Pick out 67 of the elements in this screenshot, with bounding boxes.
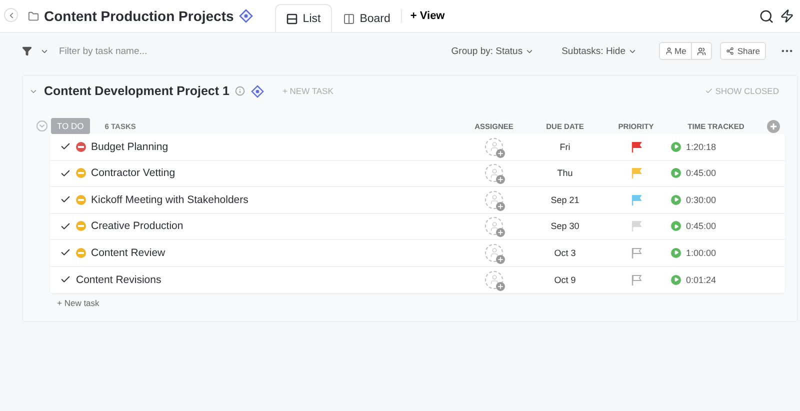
task-name[interactable]: Budget Planning (91, 140, 168, 153)
due-date[interactable]: Oct 9 (529, 274, 601, 285)
collapse-icon[interactable] (36, 120, 48, 132)
board-icon[interactable] (342, 12, 355, 24)
task-name[interactable]: Kickoff Meeting with Stakeholders (91, 194, 248, 206)
task-name[interactable]: Content Review (91, 246, 166, 259)
subtasks-dropdown[interactable]: Subtasks: Hide (556, 44, 642, 58)
time-tracked: 0:01:24 (686, 274, 716, 285)
group-by-dropdown[interactable]: Group by: Status (445, 44, 540, 58)
play-icon[interactable] (671, 248, 681, 258)
due-date[interactable]: Thu (529, 168, 601, 178)
assignee-icon[interactable] (485, 190, 503, 209)
time-tracked: 1:20:18 (686, 142, 716, 152)
task-name[interactable]: Content Revisions (76, 274, 162, 286)
play-icon[interactable] (671, 142, 681, 152)
play-icon[interactable] (671, 274, 681, 285)
status-dot[interactable] (76, 168, 86, 178)
filter-field[interactable]: Filter by task name... (57, 44, 207, 58)
view-tab[interactable]: List (274, 4, 332, 32)
flag-icon[interactable] (630, 246, 642, 259)
time-tracked: 0:45:00 (686, 168, 716, 178)
check-icon[interactable] (60, 168, 71, 179)
time-tracked: 0:30:00 (686, 194, 716, 205)
check-icon[interactable] (705, 87, 714, 95)
share-button[interactable]: Share (720, 42, 766, 60)
folder-icon (28, 10, 39, 22)
list-icon[interactable] (286, 12, 298, 24)
list-title: Content Development Project 1 (44, 84, 230, 98)
play-icon[interactable] (671, 221, 681, 232)
new-task-button[interactable]: + New task (57, 298, 100, 308)
filter-icon[interactable] (22, 46, 32, 56)
status-dot[interactable] (76, 194, 86, 205)
assignee-icon[interactable] (485, 217, 503, 236)
play-icon[interactable] (671, 194, 681, 205)
due-date[interactable]: Sep 21 (529, 194, 601, 205)
flag-icon[interactable] (630, 274, 642, 286)
due-date[interactable]: Oct 3 (529, 248, 601, 258)
view-tab[interactable]: Board (332, 4, 402, 32)
person-icon[interactable] (664, 47, 672, 55)
flag-icon[interactable] (630, 140, 642, 153)
time-tracked: 0:45:00 (686, 221, 716, 232)
status-dot[interactable] (76, 221, 86, 232)
diamond-icon[interactable] (238, 9, 253, 23)
info-icon[interactable] (235, 86, 246, 96)
search-icon[interactable] (759, 8, 774, 24)
task-name[interactable]: Creative Production (91, 220, 184, 232)
assignee-icon[interactable] (485, 270, 503, 289)
page-title: Content Production Projects (44, 8, 234, 24)
status-dot[interactable] (76, 248, 86, 258)
people-icon[interactable] (697, 46, 706, 56)
add-view-button[interactable]: + View (401, 9, 453, 23)
assignee-icon[interactable] (485, 164, 503, 182)
due-date[interactable]: Fri (529, 142, 601, 152)
collapse-button[interactable] (4, 8, 18, 22)
task-name[interactable]: Contractor Vetting (91, 167, 176, 180)
play-icon[interactable] (671, 168, 681, 178)
diamond-icon[interactable] (251, 84, 264, 98)
time-tracked: 1:00:00 (686, 248, 716, 258)
due-date[interactable]: Sep 30 (529, 221, 601, 232)
add-column-icon[interactable] (766, 120, 780, 132)
assignee-icon[interactable] (485, 244, 503, 262)
assignee-icon[interactable] (485, 138, 503, 156)
status-dot[interactable] (76, 142, 86, 152)
flag-icon[interactable] (630, 194, 642, 206)
share-icon[interactable] (726, 47, 734, 55)
check-icon[interactable] (60, 220, 71, 232)
lightning-icon[interactable] (780, 9, 794, 23)
